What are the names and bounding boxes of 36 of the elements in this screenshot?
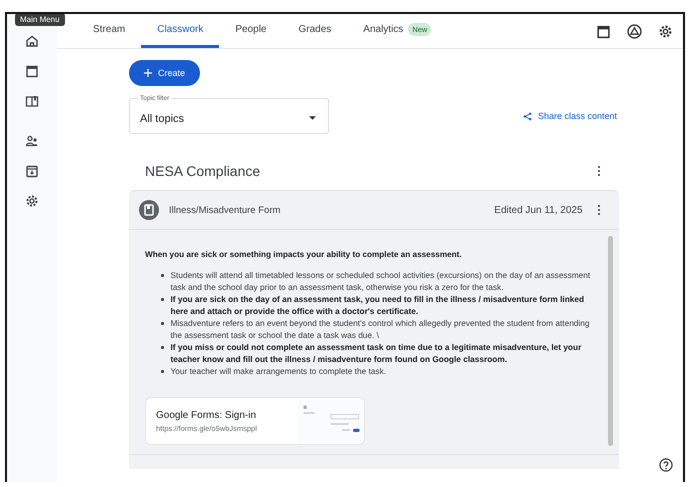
topic-title: NESA Compliance: [145, 163, 260, 179]
bullet-item: Your teacher will make arrangements to complete the task.: [161, 365, 592, 378]
bullet-item: If you are sick on the day of an assessment task, you need to fill in the illness / misadventure form linked here and attach or provide the office with a doctor's certificate.: [161, 293, 592, 318]
bullet-item: Students will attend all timetabled lessons or scheduled school activities (excursions) on the day of an assessment task and the school day prior to an assessment task, otherwise you risk a zero for the task.: [161, 269, 592, 294]
calendar-icon[interactable]: [596, 24, 611, 38]
tab[interactable]: Grades: [282, 14, 348, 48]
book-icon[interactable]: [25, 94, 39, 108]
bullet-item: Misadventure refers to an event beyond the student's control which allegedly prevented the student from attending the assessment task or school the date a task was due. \: [161, 317, 592, 342]
people-icon[interactable]: [25, 134, 39, 148]
scrollbar[interactable]: [608, 236, 613, 446]
bullet-icon: [161, 370, 164, 373]
bullet-icon: [161, 346, 164, 349]
archive-icon[interactable]: [25, 164, 39, 178]
caret-icon: [309, 116, 316, 120]
share-icon: [522, 112, 532, 120]
edited-date: Edited Jun 11, 2025: [494, 204, 582, 216]
help-icon[interactable]: [659, 458, 673, 472]
attachment-title: Google Forms: Sign-in: [156, 410, 258, 421]
material-title[interactable]: Illness/Misadventure Form: [169, 204, 494, 216]
tab[interactable]: Stream: [77, 14, 142, 48]
bullet-icon: [161, 322, 164, 325]
plus-icon: [144, 69, 152, 77]
share-link[interactable]: Share class content: [522, 111, 617, 121]
calendar-icon[interactable]: [25, 64, 39, 78]
bullet-icon: [161, 298, 164, 301]
tooltip: Main Menu: [15, 14, 65, 26]
home-icon[interactable]: [25, 34, 39, 48]
bullet-item: If you miss or could not complete an assessment task on time due to a legitimate misadventure, let your teacher know and fill out the illness / misadventure form found on Google classroom.: [161, 341, 592, 366]
tab[interactable]: People: [219, 14, 282, 48]
tab[interactable]: Classwork: [141, 14, 220, 48]
material-icon: [139, 200, 159, 220]
create-button[interactable]: Create: [129, 60, 200, 86]
settings-icon[interactable]: [658, 24, 673, 38]
bullet-icon: [161, 274, 164, 276]
intro-text: When you are sick or something impacts your ability to complete an assessment.: [145, 250, 463, 259]
settings-icon[interactable]: [25, 194, 39, 208]
